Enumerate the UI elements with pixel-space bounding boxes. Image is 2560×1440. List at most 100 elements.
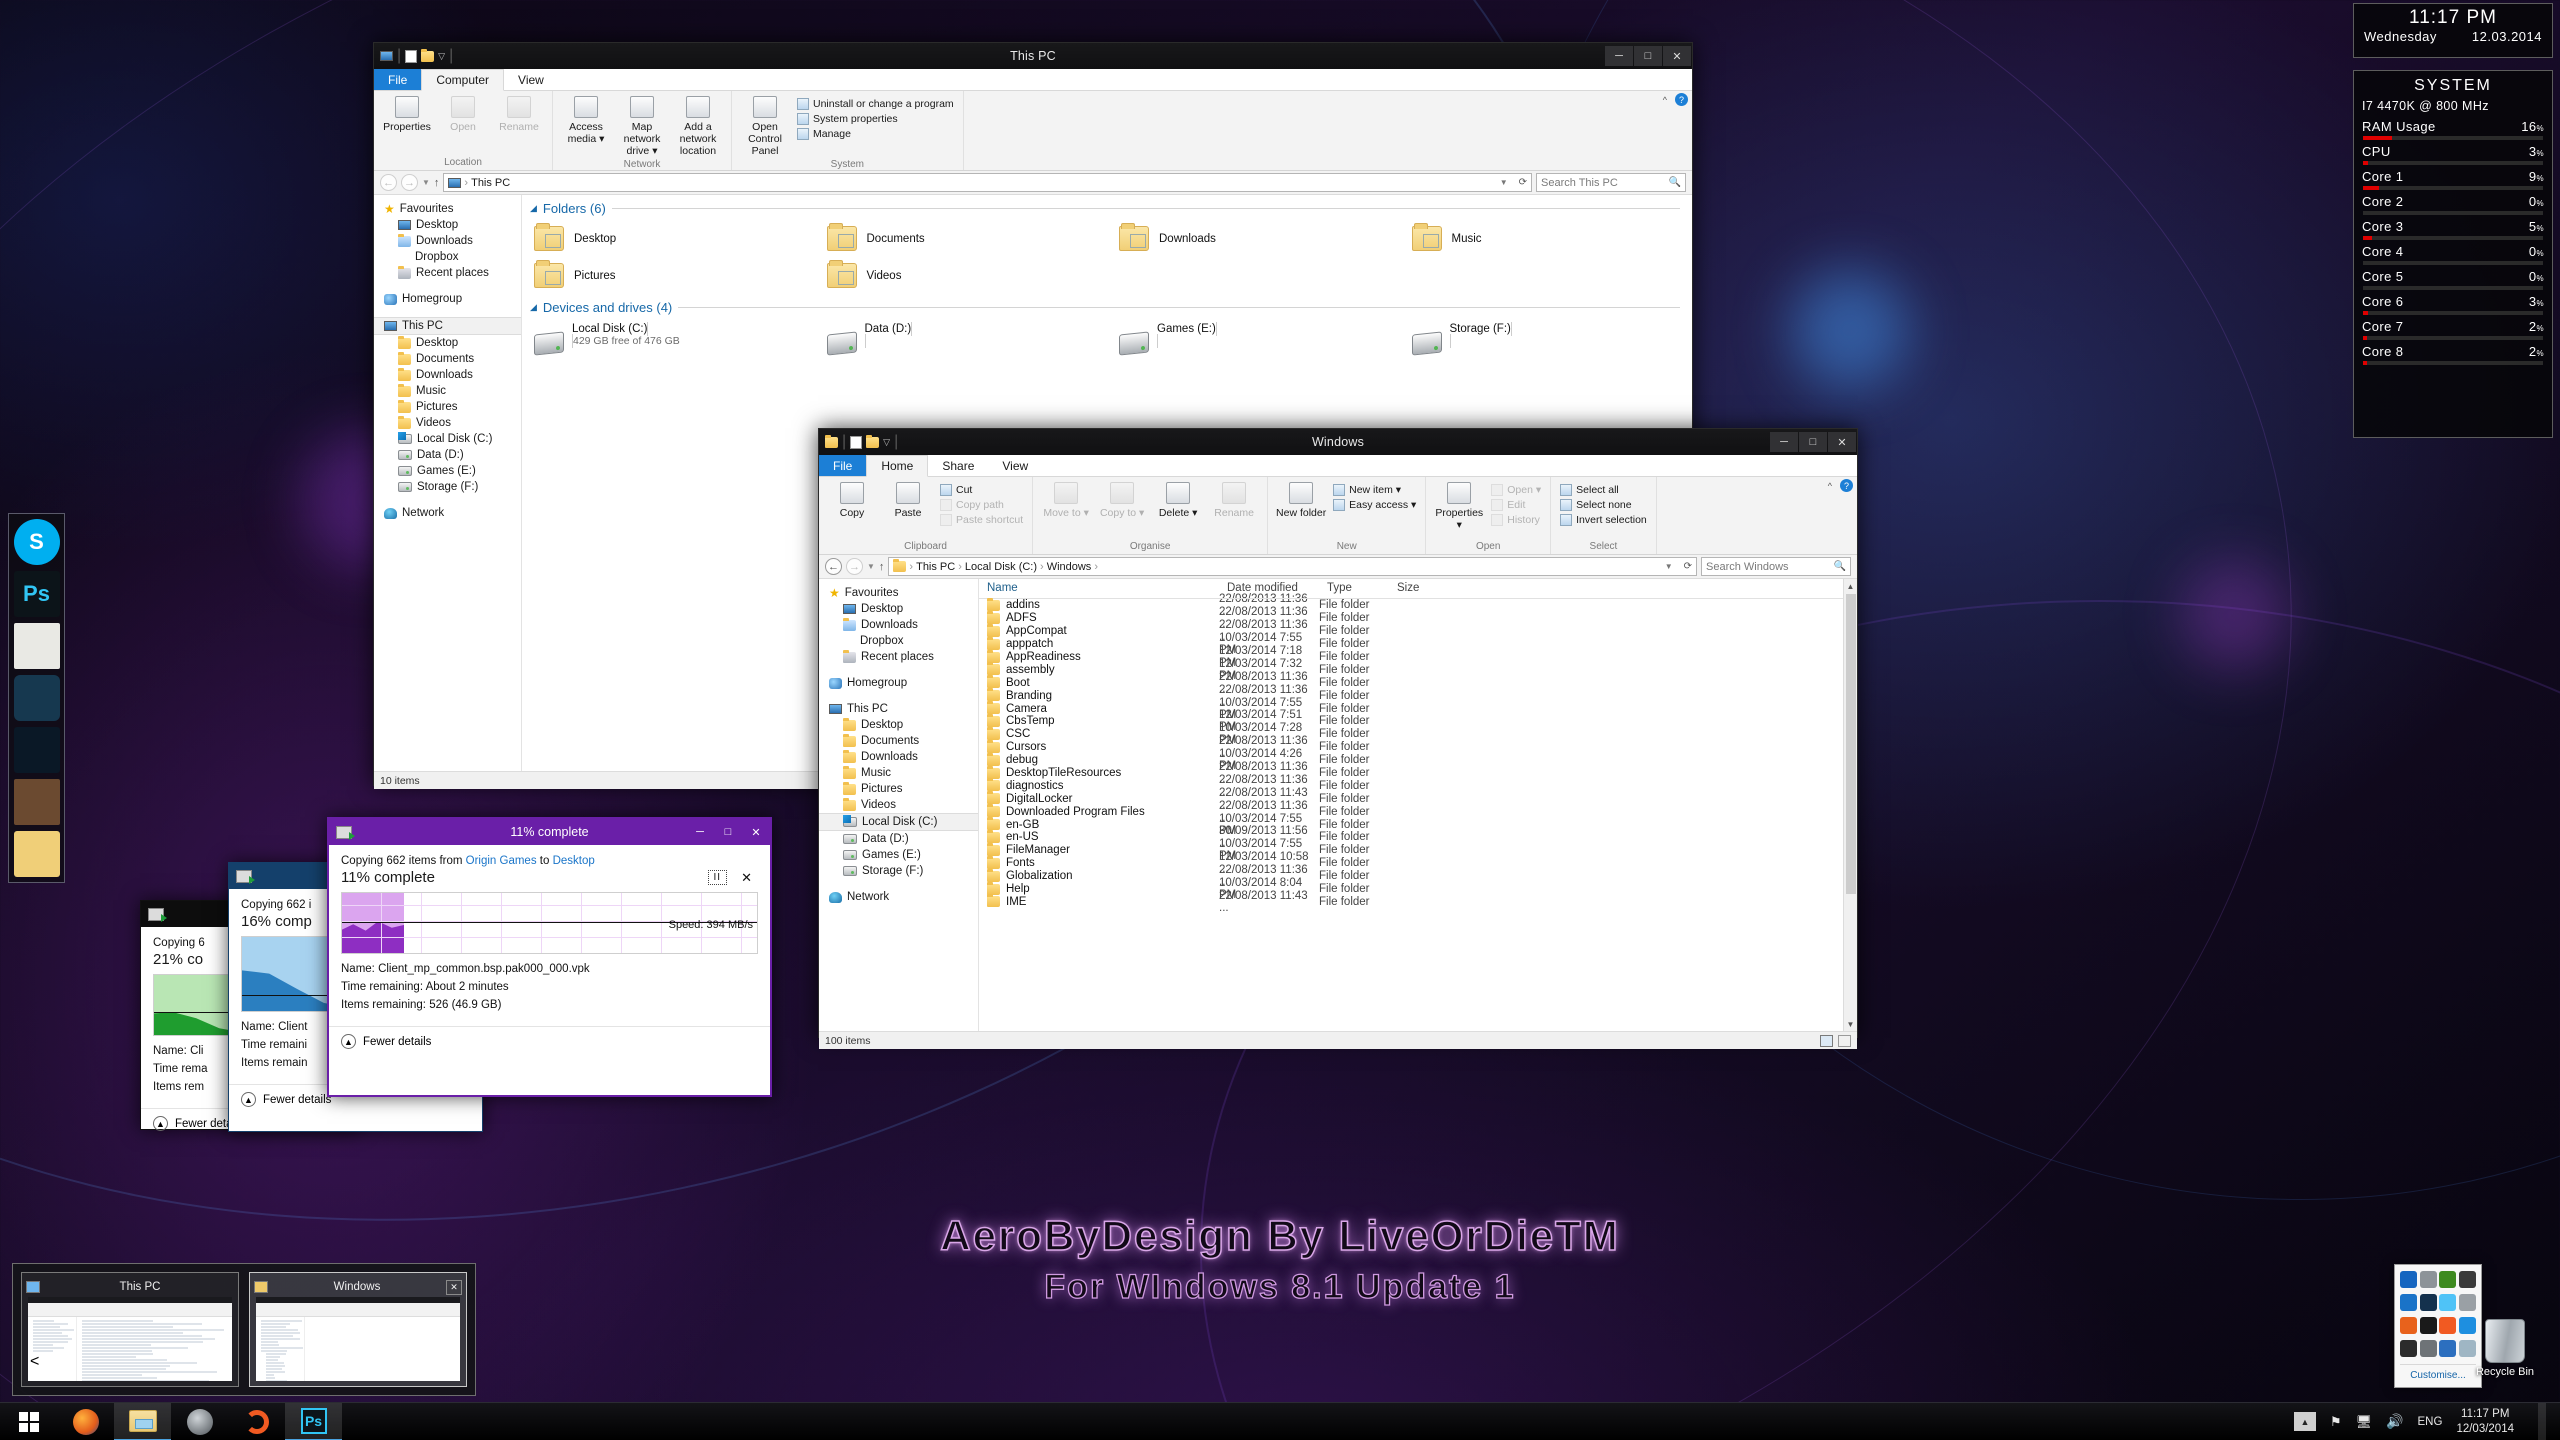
ribbon-collapse-icon[interactable]: ^ <box>1663 95 1667 105</box>
display-tray-icon[interactable] <box>2420 1340 2437 1357</box>
file-row[interactable]: AppCompat 22/08/2013 11:36 ... File folder <box>979 625 1843 638</box>
nav-item-data-d[interactable]: Data (D:) <box>374 447 521 463</box>
file-row[interactable]: Globalization 22/08/2013 11:36 ... File fo… <box>979 870 1843 883</box>
origin-taskbar-icon[interactable] <box>228 1403 285 1440</box>
file-row[interactable]: en-GB 10/03/2014 7:55 PM File folder <box>979 818 1843 831</box>
ribbon-tab-computer[interactable]: Computer <box>421 69 504 91</box>
ribbon-tab-home[interactable]: Home <box>866 455 928 477</box>
nav-item-games-e[interactable]: Games (E:) <box>819 847 978 863</box>
drives-section-header[interactable]: ◢ Devices and drives (4) <box>530 300 1692 315</box>
help-icon[interactable]: ? <box>1675 93 1688 106</box>
steam-tray-icon[interactable] <box>2459 1271 2476 1288</box>
nav-item-desktop[interactable]: Desktop <box>374 217 521 233</box>
properties-button[interactable]: Properties <box>380 94 434 135</box>
system-properties-button[interactable]: System properties <box>794 112 957 126</box>
column-header-date-modified[interactable]: Date modified <box>1219 582 1319 594</box>
nav-item-dropbox[interactable]: Dropbox <box>819 633 978 649</box>
access-media-button[interactable]: Access media ▾ <box>559 94 613 147</box>
customise-link[interactable]: Customise... <box>2400 1364 2476 1387</box>
nav-item-data-d[interactable]: Data (D:) <box>819 831 978 847</box>
folder-tile[interactable]: Downloads <box>1107 220 1400 257</box>
windows-navigation-pane[interactable]: ★ Favourites Desktop Downloads Dropbox Recent… <box>819 579 979 1031</box>
windows-file-list[interactable]: Name Date modified Type Size addins 22/08/20… <box>979 579 1843 1031</box>
refresh-icon[interactable]: ⟳ <box>1519 177 1527 188</box>
this-pc-titlebar[interactable]: | ▽ | This PC ─ □ ✕ <box>374 43 1692 69</box>
folder-tile[interactable]: Pictures <box>522 257 815 294</box>
nav-item-pictures[interactable]: Pictures <box>374 399 521 415</box>
column-header-size[interactable]: Size <box>1389 582 1459 594</box>
network-globe-tray-icon[interactable] <box>2400 1294 2417 1311</box>
taskbar-clock[interactable]: 11:17 PM 12/03/2014 <box>2456 1407 2514 1436</box>
drive-tile[interactable]: Local Disk (C:) 429 GB free of 476 GB <box>522 319 815 360</box>
nav-item-dropbox[interactable]: Dropbox <box>374 249 521 265</box>
nav-item-downloads[interactable]: Downloads <box>819 749 978 765</box>
photoshop-icon[interactable]: Ps <box>14 571 60 617</box>
file-row[interactable]: Help 10/03/2014 8:04 PM File folder <box>979 883 1843 896</box>
refresh-icon[interactable]: ⟳ <box>1684 561 1692 572</box>
origin-tray-icon[interactable] <box>2439 1317 2456 1334</box>
folders-grid[interactable]: Desktop Documents Downloads Music Pictures Vi… <box>522 220 1692 294</box>
nav-item-network[interactable]: Network <box>374 505 521 521</box>
recent-locations-icon[interactable]: ▼ <box>867 562 875 571</box>
map-network-drive-button[interactable]: Map network drive ▾ <box>615 94 669 159</box>
nav-item-homegroup[interactable]: Homegroup <box>374 291 521 307</box>
show-hidden-icons-button[interactable]: ▲ <box>2294 1412 2316 1431</box>
nav-item-storage-f[interactable]: Storage (F:) <box>374 479 521 495</box>
nav-item-homegroup[interactable]: Homegroup <box>819 675 978 691</box>
folder-tile[interactable]: Desktop <box>522 220 815 257</box>
windows-breadcrumb[interactable]: › This PC › Local Disk (C:) › Windows › ▼ ⟳ <box>888 557 1697 576</box>
drive-tile[interactable]: Data (D:) <box>815 319 1108 360</box>
file-row[interactable]: CbsTemp 12/03/2014 7:51 PM File folder <box>979 715 1843 728</box>
folder-tile[interactable]: Videos <box>815 257 1108 294</box>
minimize-button[interactable]: ─ <box>686 821 714 843</box>
recent-locations-icon[interactable]: ▼ <box>422 178 430 187</box>
taskbar-thumbnail-preview[interactable]: This PC<Windows✕ <box>12 1263 476 1396</box>
taskbar-items[interactable]: Ps <box>0 1403 342 1440</box>
copy-dialog-front-window-controls[interactable]: ─ □ ✕ <box>686 821 770 843</box>
select-none-button[interactable]: Select none <box>1557 498 1650 512</box>
notepad-icon[interactable] <box>14 623 60 669</box>
nav-item-this-pc[interactable]: This PC <box>819 701 978 717</box>
nav-item-videos[interactable]: Videos <box>374 415 521 431</box>
thumbnail-windows[interactable]: Windows ✕ <box>249 1272 467 1387</box>
windows-ribbon[interactable]: ^ ? Copy Paste Cut Copy path Paste shortcut C… <box>819 477 1857 555</box>
supreme-commander-2-icon[interactable] <box>14 779 60 825</box>
msi-afterburner-tray-icon[interactable] <box>2400 1340 2417 1357</box>
nav-item-this-pc[interactable]: This PC <box>374 317 521 335</box>
nav-item-desktop[interactable]: Desktop <box>819 717 978 733</box>
thumbnail-this-pc[interactable]: This PC< <box>21 1272 239 1387</box>
file-row[interactable]: Branding 22/08/2013 11:36 ... File folder <box>979 689 1843 702</box>
start-button[interactable] <box>0 1403 57 1440</box>
windows-address-bar[interactable]: ← → ▼ ↑ › This PC › Local Disk (C:) › Windows… <box>819 555 1857 579</box>
language-indicator[interactable]: ENG <box>2418 1416 2443 1428</box>
this-pc-breadcrumb[interactable]: › This PC ▼ ⟳ <box>443 173 1532 192</box>
file-list-header[interactable]: Name Date modified Type Size <box>979 579 1843 599</box>
file-row[interactable]: addins 22/08/2013 11:36 ... File folder <box>979 599 1843 612</box>
file-row[interactable]: en-US 30/09/2013 11:56 ... File folder <box>979 831 1843 844</box>
this-pc-ribbon-tabs[interactable]: File Computer View <box>374 69 1692 91</box>
file-row[interactable]: Camera 10/03/2014 7:55 PM File folder <box>979 702 1843 715</box>
windows-update-tray-icon[interactable] <box>2459 1294 2476 1311</box>
breadcrumb-dropdown-icon[interactable]: ▼ <box>1665 562 1673 571</box>
tray-icon-grid[interactable] <box>2400 1271 2476 1357</box>
safely-remove-hardware-tray-icon[interactable] <box>2420 1271 2437 1288</box>
nav-item-local-disk-c[interactable]: Local Disk (C:) <box>374 431 521 447</box>
nav-item-recent-places[interactable]: Recent places <box>374 265 521 281</box>
uninstall-button[interactable]: Uninstall or change a program <box>794 97 957 111</box>
thumbnail-close-button[interactable]: ✕ <box>446 1280 462 1295</box>
windows-search-input[interactable]: Search Windows 🔍 <box>1701 557 1851 576</box>
scroll-down-icon[interactable]: ▼ <box>1844 1017 1858 1031</box>
ribbon-tab-file[interactable]: File <box>819 455 866 476</box>
paste-button[interactable]: Paste <box>881 480 935 521</box>
folder-tile[interactable]: Documents <box>815 220 1108 257</box>
file-row[interactable]: DigitalLocker 22/08/2013 11:43 ... File fo… <box>979 792 1843 805</box>
back-button[interactable]: ← <box>380 174 397 191</box>
nav-item-desktop[interactable]: Desktop <box>374 335 521 351</box>
nav-item-pictures[interactable]: Pictures <box>819 781 978 797</box>
new-item-button[interactable]: New item ▾ <box>1330 483 1419 497</box>
back-button[interactable]: ← <box>825 558 842 575</box>
ribbon-tab-view[interactable]: View <box>504 69 558 90</box>
copy-source-link[interactable]: Origin Games <box>466 855 537 867</box>
drive-tile[interactable]: Games (E:) <box>1107 319 1400 360</box>
new-folder-button[interactable]: New folder <box>1274 480 1328 521</box>
